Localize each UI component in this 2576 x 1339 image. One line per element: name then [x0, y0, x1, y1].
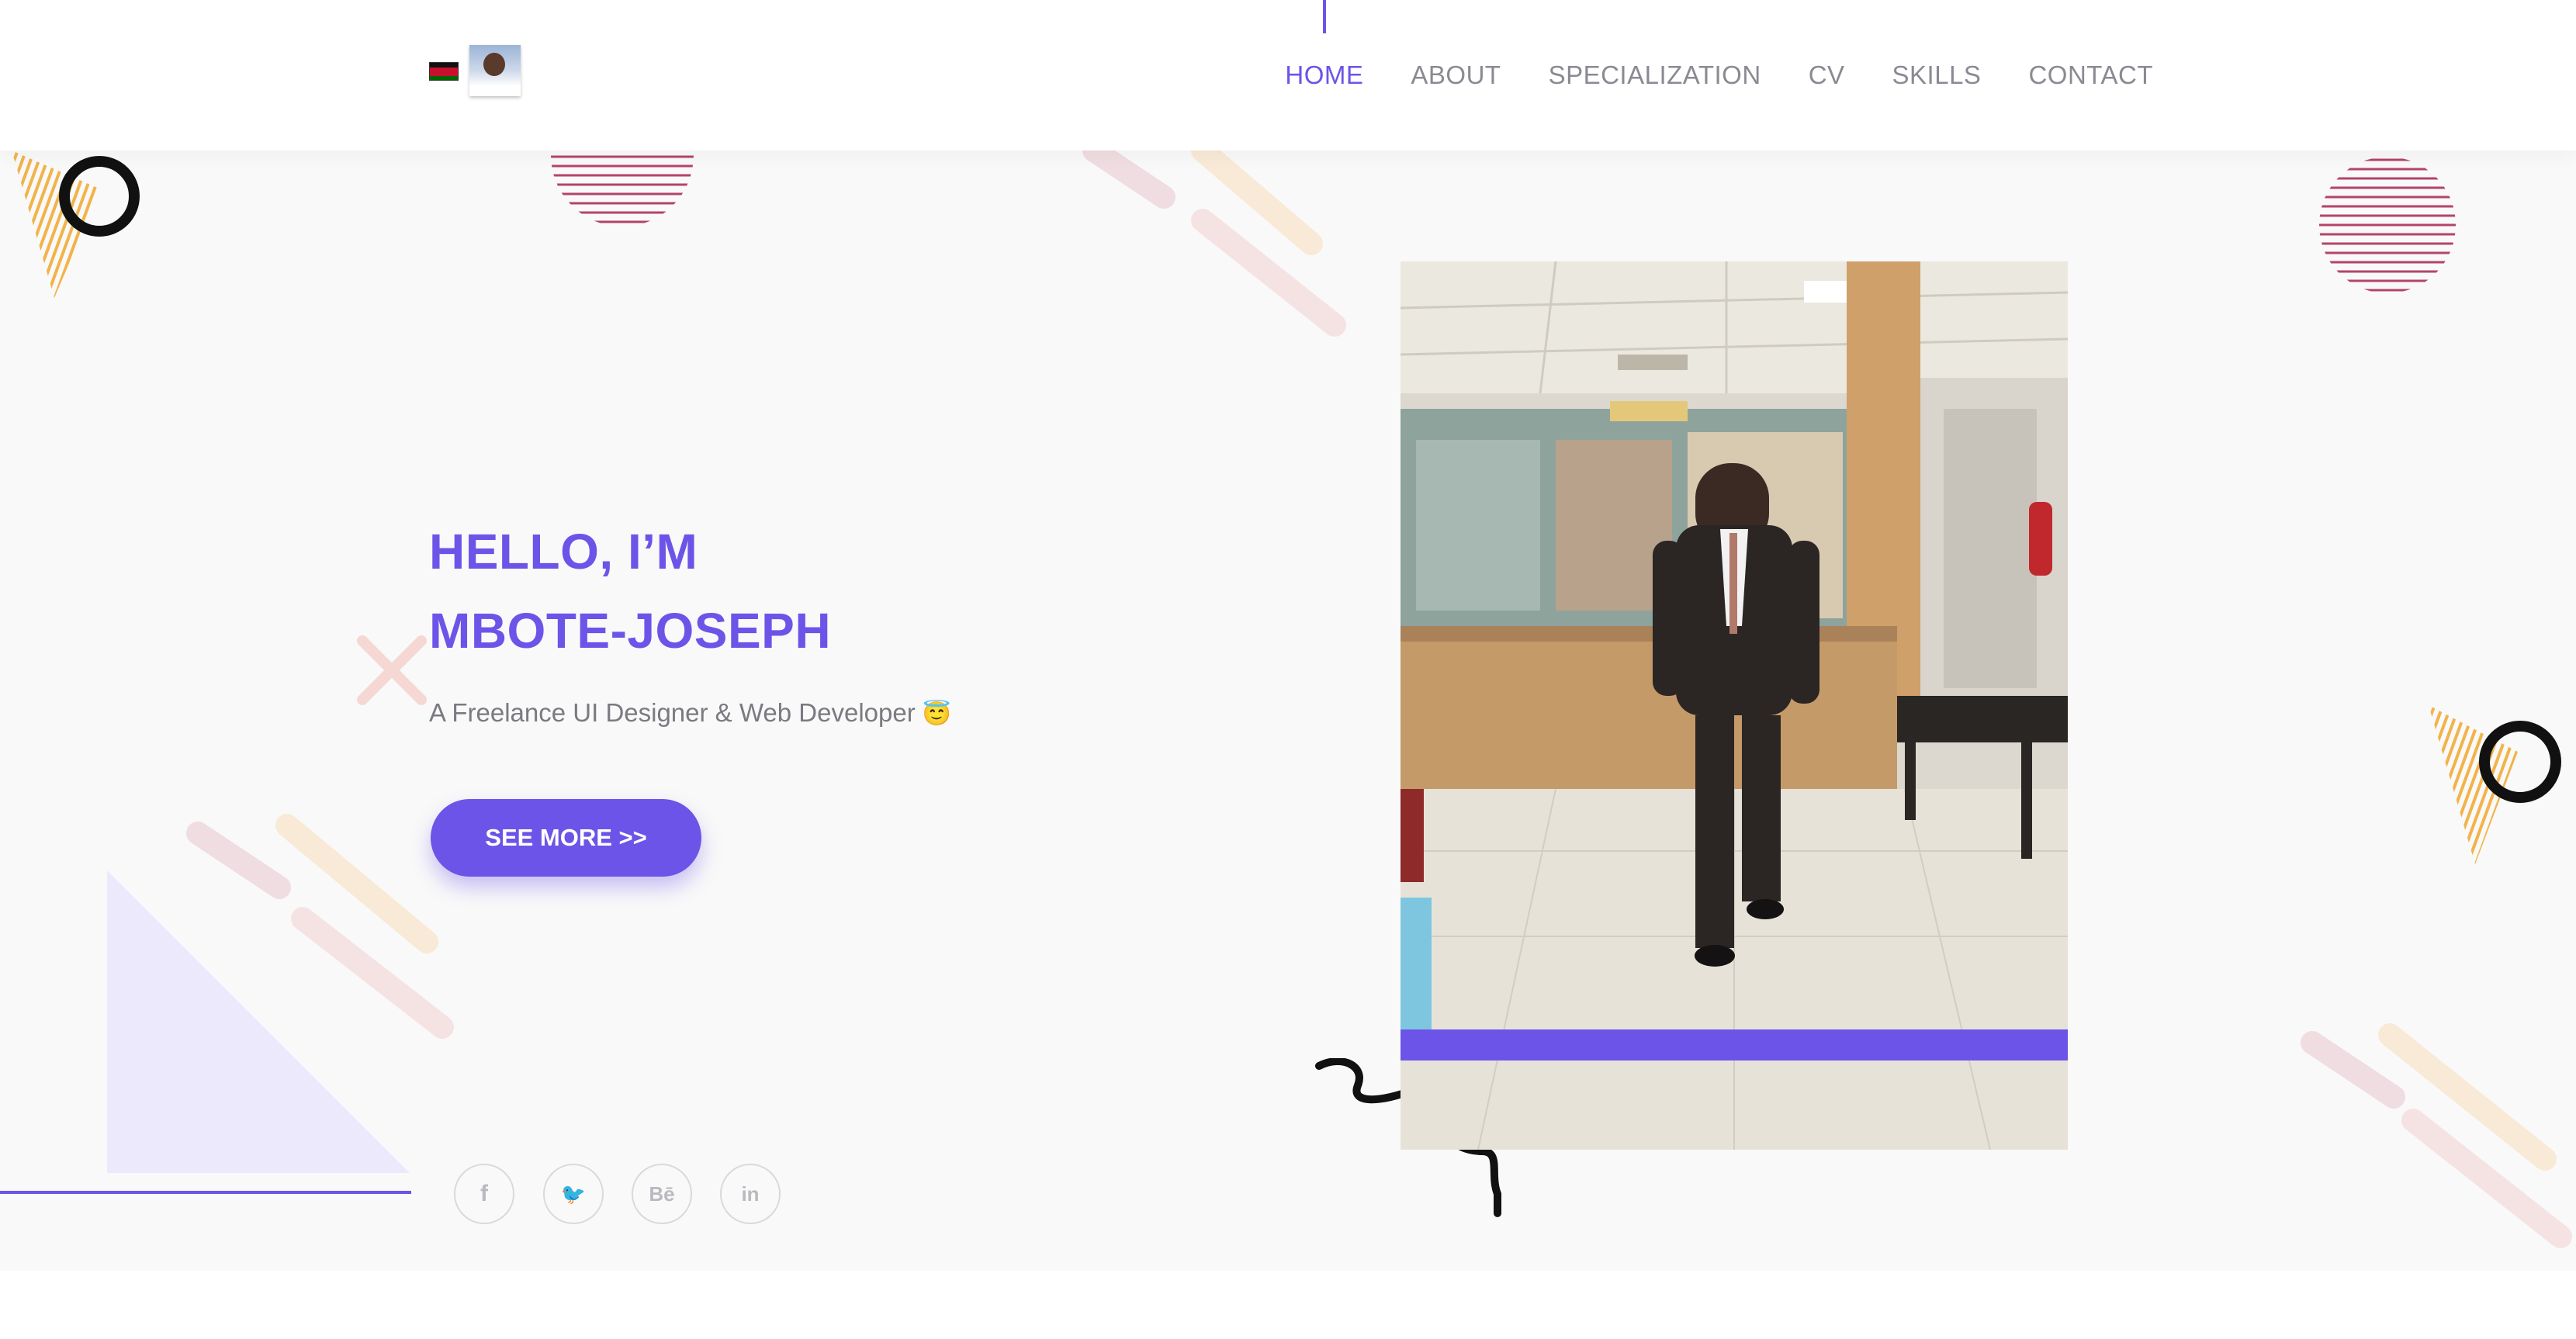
hero-greeting: HELLO, I’M [429, 524, 698, 580]
nav-home[interactable]: HOME [1285, 61, 1363, 90]
site-header: HOME ABOUT SPECIALIZATION CV SKILLS CONT… [0, 0, 2576, 151]
nav-specialization[interactable]: SPECIALIZATION [1549, 61, 1761, 90]
hero-section: HELLO, I’M MBOTE-JOSEPH A Freelance UI D… [0, 151, 2576, 1271]
main-nav: HOME ABOUT SPECIALIZATION CV SKILLS CONT… [1285, 0, 2153, 151]
profile-avatar[interactable] [469, 45, 521, 96]
smiling-angel-emoji-icon: 😇 [922, 701, 952, 727]
avatar-face [483, 53, 505, 76]
kenya-flag-icon [429, 62, 459, 81]
nav-about[interactable]: ABOUT [1411, 61, 1501, 90]
behance-icon[interactable]: Bē [632, 1164, 692, 1224]
decor-triangle-ring-right [2429, 705, 2561, 864]
decor-striped-circle-topright [2319, 158, 2456, 292]
hero-tagline: A Freelance UI Designer & Web Developer … [429, 698, 951, 728]
decor-striped-halfcircle-top [551, 155, 694, 223]
twitter-icon[interactable]: 🐦 [543, 1164, 604, 1224]
decor-triangle-ring-topleft [12, 151, 140, 298]
decor-diagonal-bars-top [1082, 151, 1346, 337]
decor-cross [357, 635, 427, 705]
nav-skills[interactable]: SKILLS [1892, 61, 1982, 90]
nav-cv[interactable]: CV [1809, 61, 1845, 90]
social-divider-line [0, 1191, 411, 1194]
decor-diagonal-bars-left [186, 814, 454, 1039]
nav-contact[interactable]: CONTACT [2028, 61, 2153, 90]
hero-tagline-text: A Freelance UI Designer & Web Developer [429, 698, 916, 727]
decor-diagonal-bars-right [2301, 1023, 2572, 1248]
see-more-button[interactable]: SEE MORE >> [431, 799, 701, 877]
facebook-icon[interactable]: f [454, 1164, 514, 1224]
hero-name: MBOTE-JOSEPH [429, 603, 832, 659]
linkedin-icon[interactable]: in [720, 1164, 781, 1224]
profile-photo [1401, 261, 2068, 1150]
photo-accent-bar [1401, 1029, 2068, 1060]
